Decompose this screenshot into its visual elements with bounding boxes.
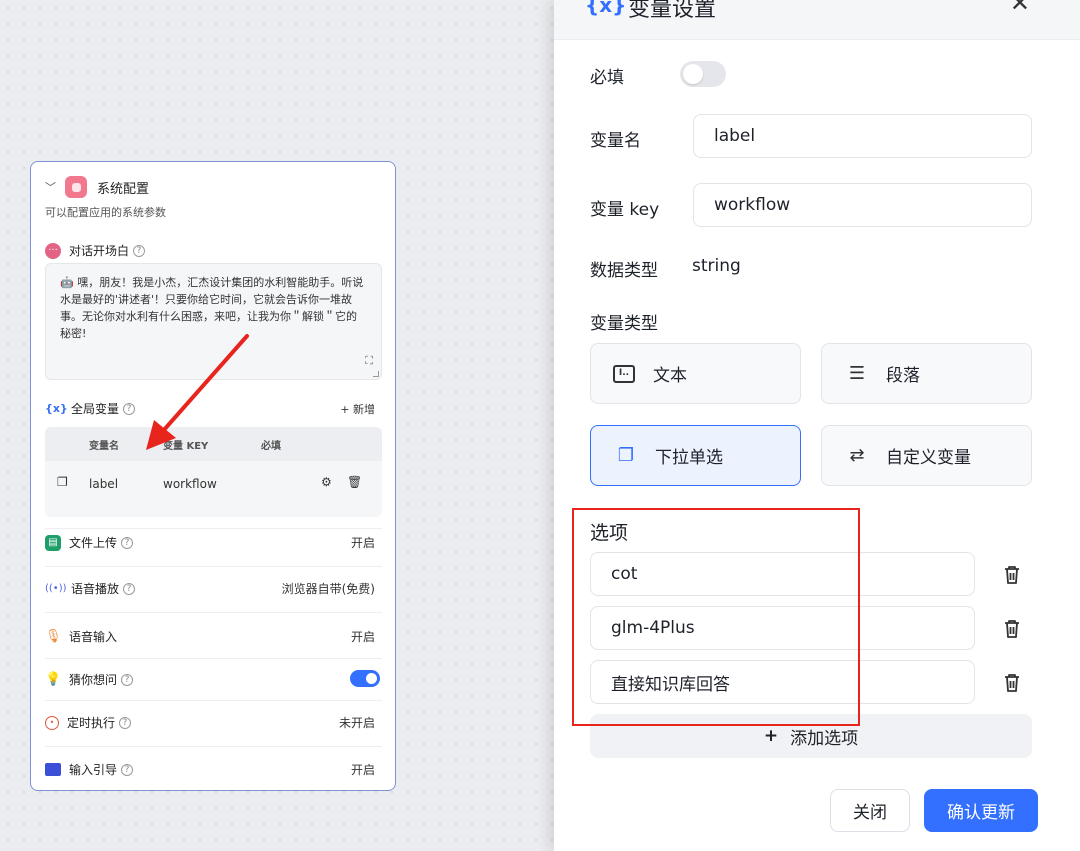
type-card-text[interactable]: I.. 文本 bbox=[590, 343, 801, 404]
voice-playback-row: ((•)) 语音播放 ? bbox=[45, 580, 136, 597]
welcome-row: ··· 对话开场白 ? bbox=[45, 242, 146, 259]
help-icon[interactable]: ? bbox=[119, 716, 132, 729]
chevron-down-icon[interactable]: ﹀ bbox=[45, 179, 65, 195]
confirm-update-button[interactable]: 确认更新 bbox=[924, 789, 1038, 832]
trash-icon[interactable] bbox=[1002, 672, 1022, 694]
dropdown-select-icon: ❐ bbox=[617, 445, 635, 466]
welcome-textarea[interactable]: 🤖 嘿，朋友！我是小杰，汇杰设计集团的水利智能助手。听说水是最好的'讲述者'！只… bbox=[45, 263, 382, 380]
global-vars-table: 变量名 变量 KEY 必填 ❐ label workflow ⚙ 🗑 bbox=[45, 427, 382, 517]
drawer-title: 变量设置 bbox=[628, 0, 717, 22]
type-card-label: 段落 bbox=[886, 366, 920, 386]
file-upload-label: 文件上传 bbox=[69, 536, 118, 550]
divider bbox=[45, 700, 382, 701]
app-logo-icon bbox=[65, 176, 87, 198]
welcome-label: 对话开场白 bbox=[69, 244, 130, 258]
global-vars-label: 全局变量 bbox=[71, 402, 120, 416]
input-guide-label: 输入引导 bbox=[69, 763, 118, 777]
config-description: 可以配置应用的系统参数 bbox=[45, 206, 166, 219]
scheduled-run-label: 定时执行 bbox=[67, 716, 116, 730]
type-card-custom[interactable]: ⇄ 自定义变量 bbox=[821, 425, 1032, 486]
suggest-questions-label: 猜你想问 bbox=[69, 673, 118, 687]
dropdown-type-icon: ❐ bbox=[57, 475, 68, 489]
trash-icon[interactable] bbox=[1002, 564, 1022, 586]
trash-icon[interactable]: 🗑 bbox=[347, 475, 362, 489]
help-icon[interactable]: ? bbox=[121, 536, 134, 549]
resize-handle-icon[interactable] bbox=[373, 371, 379, 377]
type-card-paragraph[interactable]: ☰ 段落 bbox=[821, 343, 1032, 404]
variable-name-input[interactable] bbox=[693, 114, 1032, 158]
voice-input-label: 语音输入 bbox=[69, 630, 118, 644]
text-type-icon: I.. bbox=[613, 364, 635, 383]
microphone-icon: 🎙 bbox=[45, 628, 62, 644]
swap-arrows-icon: ⇄ bbox=[849, 445, 865, 466]
divider bbox=[45, 566, 382, 567]
type-card-label: 文本 bbox=[653, 366, 687, 386]
file-upload-row: ▤ 文件上传 ? bbox=[45, 534, 134, 551]
type-card-label: 自定义变量 bbox=[886, 448, 971, 468]
paragraph-icon: ☰ bbox=[848, 363, 866, 384]
trash-icon[interactable] bbox=[1002, 618, 1022, 640]
voice-playback-label: 语音播放 bbox=[71, 582, 120, 596]
voice-input-row: 🎙 语音输入 bbox=[45, 628, 117, 645]
required-toggle[interactable] bbox=[680, 61, 726, 87]
system-config-card: ﹀ 系统配置 可以配置应用的系统参数 ··· 对话开场白 ? 🤖 嘿，朋友！我是… bbox=[30, 161, 396, 791]
divider bbox=[45, 746, 382, 747]
help-icon[interactable]: ? bbox=[121, 673, 134, 686]
timer-icon: • bbox=[45, 715, 59, 730]
datatype-label: 数据类型 bbox=[590, 261, 658, 281]
voice-playback-status[interactable]: 浏览器自带(免费) bbox=[282, 580, 375, 597]
help-icon[interactable]: ? bbox=[123, 582, 136, 595]
col-header-required: 必填 bbox=[261, 441, 281, 452]
lightbulb-icon: 💡 bbox=[45, 671, 62, 687]
required-label: 必填 bbox=[590, 68, 624, 88]
input-guide-status[interactable]: 开启 bbox=[351, 761, 375, 778]
welcome-text: 🤖 嘿，朋友！我是小杰，汇杰设计集团的水利智能助手。听说水是最好的'讲述者'！只… bbox=[60, 276, 364, 340]
keyboard-icon bbox=[45, 763, 61, 776]
add-option-label: 添加选项 bbox=[790, 728, 859, 749]
variable-key-input[interactable] bbox=[693, 183, 1032, 227]
suggest-questions-toggle[interactable] bbox=[350, 670, 380, 687]
file-upload-status[interactable]: 开启 bbox=[351, 534, 375, 551]
name-label: 变量名 bbox=[590, 131, 641, 151]
col-header-name: 变量名 bbox=[89, 441, 119, 452]
close-button[interactable]: 关闭 bbox=[830, 789, 910, 832]
scheduled-run-status[interactable]: 未开启 bbox=[339, 714, 375, 731]
global-vars-row: {x} 全局变量 ? bbox=[45, 400, 136, 417]
annotation-highlight-box bbox=[572, 508, 860, 726]
datatype-value: string bbox=[692, 256, 741, 276]
type-card-dropdown[interactable]: ❐ 下拉单选 bbox=[590, 425, 801, 486]
divider bbox=[45, 658, 382, 659]
config-header[interactable]: ﹀ 系统配置 bbox=[45, 176, 149, 198]
divider bbox=[45, 528, 382, 529]
file-icon: ▤ bbox=[45, 534, 61, 551]
voice-input-status[interactable]: 开启 bbox=[351, 628, 375, 645]
type-card-label: 下拉单选 bbox=[655, 448, 723, 468]
variable-icon: {x} bbox=[45, 401, 68, 415]
vartype-label: 变量类型 bbox=[590, 314, 658, 334]
var-key-cell: workflow bbox=[163, 477, 217, 491]
plus-icon: + bbox=[763, 726, 779, 746]
suggest-questions-row: 💡 猜你想问 ? bbox=[45, 671, 134, 688]
variable-icon: {x} bbox=[585, 0, 627, 17]
gear-icon[interactable]: ⚙ bbox=[321, 475, 332, 489]
key-label: 变量 key bbox=[590, 200, 660, 220]
help-icon[interactable]: ? bbox=[121, 763, 134, 776]
chat-bubble-icon: ··· bbox=[45, 242, 61, 259]
add-variable-button[interactable]: + 新增 bbox=[340, 401, 375, 417]
input-guide-row: 输入引导 ? bbox=[45, 761, 134, 778]
col-header-key: 变量 KEY bbox=[163, 441, 209, 452]
close-icon[interactable]: ✕ bbox=[1010, 0, 1030, 17]
broadcast-icon: ((•)) bbox=[45, 582, 67, 594]
drawer-header: {x} 变量设置 ✕ bbox=[554, 0, 1080, 40]
table-row[interactable]: ❐ label workflow ⚙ 🗑 bbox=[45, 461, 382, 517]
scheduled-run-row: • 定时执行 ? bbox=[45, 714, 132, 731]
var-name-cell: label bbox=[89, 477, 119, 491]
config-title: 系统配置 bbox=[97, 181, 150, 197]
expand-icon[interactable]: ⛶ bbox=[365, 352, 373, 369]
help-icon[interactable]: ? bbox=[123, 402, 136, 415]
divider bbox=[45, 612, 382, 613]
table-header: 变量名 变量 KEY 必填 bbox=[45, 427, 382, 461]
help-icon[interactable]: ? bbox=[133, 244, 146, 257]
